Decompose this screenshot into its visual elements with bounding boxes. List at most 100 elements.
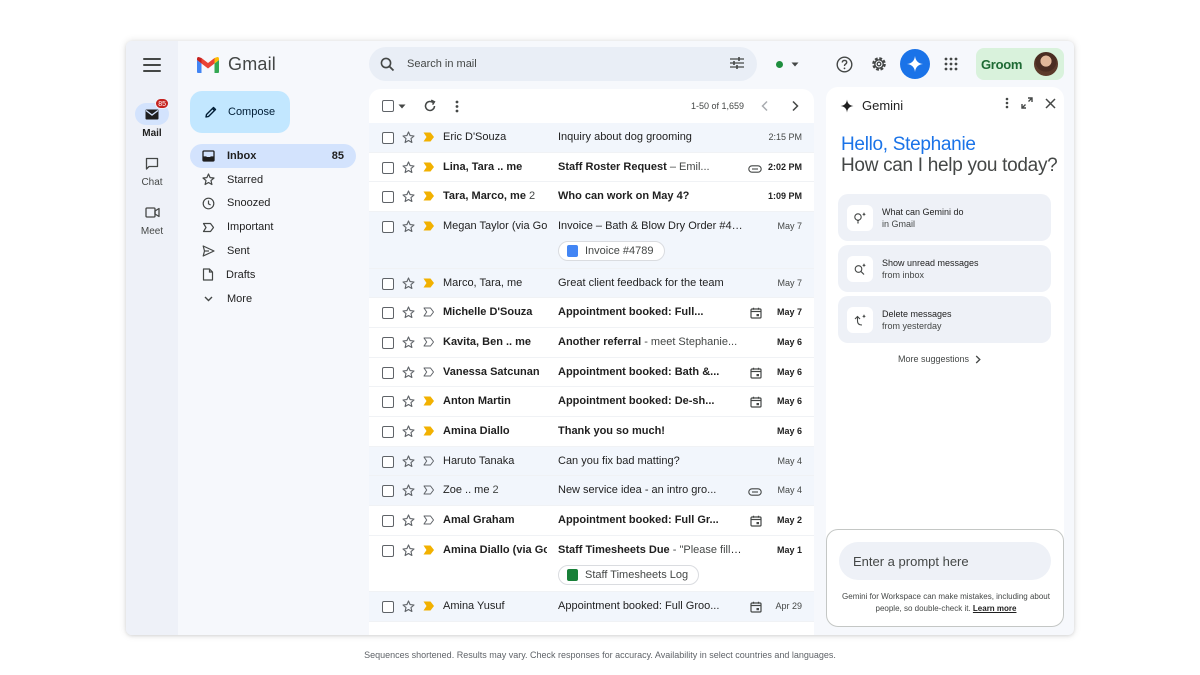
- nav-item-starred[interactable]: Starred: [190, 168, 356, 192]
- important-marker-icon[interactable]: [423, 162, 435, 175]
- nav-item-snoozed[interactable]: Snoozed: [190, 192, 356, 216]
- table-row[interactable]: Vanessa Satcunan Appointment booked: Bath…: [369, 357, 814, 388]
- table-row[interactable]: Zoe .. me 2 New service idea - an intro g…: [369, 476, 814, 507]
- rail-item-mail[interactable]: 85 Mail: [126, 98, 178, 139]
- close-icon[interactable]: [1045, 97, 1056, 109]
- compose-button[interactable]: Compose: [190, 91, 290, 133]
- rail-item-chat[interactable]: Chat: [126, 152, 178, 188]
- table-row[interactable]: Kavita, Ben .. me Another referral - meet…: [369, 327, 814, 358]
- star-icon[interactable]: [402, 306, 415, 322]
- suggestion-delete-messages[interactable]: Delete messages from yesterday: [838, 296, 1051, 343]
- attachment-icon[interactable]: [748, 164, 762, 176]
- calendar-icon[interactable]: [750, 515, 762, 530]
- row-checkbox[interactable]: [382, 515, 394, 528]
- star-icon[interactable]: [402, 131, 415, 147]
- star-icon[interactable]: [402, 395, 415, 411]
- row-checkbox[interactable]: [382, 221, 394, 234]
- star-icon[interactable]: [402, 336, 415, 352]
- table-row[interactable]: Haruto Tanaka Can you fix bad matting? May…: [369, 446, 814, 477]
- suggestion-what-can-gemini-do[interactable]: What can Gemini do in Gmail: [838, 194, 1051, 241]
- table-row[interactable]: Amal Graham Appointment booked: Full Gr..…: [369, 506, 814, 536]
- calendar-icon[interactable]: [750, 307, 762, 322]
- table-row[interactable]: Amina Diallo (via Goo Staff Timesheets Du…: [369, 535, 814, 593]
- star-icon[interactable]: [402, 366, 415, 382]
- row-checkbox[interactable]: [382, 307, 394, 320]
- learn-more-link[interactable]: Learn more: [973, 604, 1017, 613]
- important-marker-icon[interactable]: [423, 132, 435, 145]
- table-row[interactable]: Michelle D'Souza Appointment booked: Full…: [369, 298, 814, 328]
- row-checkbox[interactable]: [382, 191, 394, 204]
- apps-button[interactable]: [937, 49, 965, 79]
- status-selector[interactable]: [776, 49, 799, 79]
- main-menu-icon[interactable]: [143, 58, 161, 72]
- more-suggestions-button[interactable]: More suggestions: [898, 354, 981, 364]
- table-row[interactable]: Lina, Tara .. me Staff Roster Request – E…: [369, 152, 814, 183]
- search-icon[interactable]: [380, 57, 395, 72]
- important-marker-icon[interactable]: [423, 396, 435, 409]
- refresh-icon[interactable]: [423, 99, 437, 113]
- row-checkbox[interactable]: [382, 544, 394, 557]
- table-row[interactable]: Amina Diallo Thank you so much! May 6: [369, 417, 814, 447]
- nav-item-drafts[interactable]: Drafts: [190, 263, 356, 287]
- calendar-icon[interactable]: [750, 367, 762, 382]
- chevron-right-icon[interactable]: [790, 100, 800, 112]
- attachment-icon[interactable]: [748, 487, 762, 499]
- row-checkbox[interactable]: [382, 426, 394, 438]
- important-marker-icon[interactable]: [423, 515, 435, 528]
- row-checkbox[interactable]: [382, 161, 394, 174]
- table-row[interactable]: Megan Taylor (via Goo Invoice – Bath & Bl…: [369, 212, 814, 269]
- account-switcher[interactable]: Groom: [976, 48, 1064, 80]
- expand-icon[interactable]: [1021, 97, 1033, 109]
- star-icon[interactable]: [402, 190, 415, 206]
- table-row[interactable]: Amina Yusuf Appointment booked: Full Groo…: [369, 592, 814, 622]
- star-icon[interactable]: [402, 514, 415, 530]
- select-caret-icon[interactable]: [398, 104, 406, 109]
- star-icon[interactable]: [402, 425, 415, 441]
- more-vert-icon[interactable]: [455, 100, 459, 113]
- important-marker-icon[interactable]: [423, 191, 435, 204]
- calendar-icon[interactable]: [750, 601, 762, 616]
- important-marker-icon[interactable]: [423, 456, 435, 469]
- chevron-left-icon[interactable]: [760, 100, 770, 112]
- search-options-icon[interactable]: [729, 56, 745, 70]
- select-all-checkbox[interactable]: [382, 100, 394, 112]
- settings-button[interactable]: [865, 49, 893, 79]
- important-marker-icon[interactable]: [423, 367, 435, 380]
- star-icon[interactable]: [402, 544, 415, 560]
- important-marker-icon[interactable]: [423, 601, 435, 614]
- search-input[interactable]: [407, 58, 707, 70]
- nav-item-important[interactable]: Important: [190, 215, 356, 239]
- table-row[interactable]: Eric D'Souza Inquiry about dog grooming 2:…: [369, 123, 814, 153]
- table-row[interactable]: Tara, Marco, me 2 Who can work on May 4? 1…: [369, 182, 814, 213]
- row-checkbox[interactable]: [382, 132, 394, 144]
- attachment-chip[interactable]: Invoice #4789: [558, 241, 665, 262]
- gemini-toggle-button[interactable]: [900, 49, 930, 79]
- avatar[interactable]: [1033, 51, 1059, 77]
- table-row[interactable]: Marco, Tara, me Great client feedback for…: [369, 268, 814, 299]
- row-checkbox[interactable]: [382, 366, 394, 379]
- nav-item-inbox[interactable]: Inbox 85: [190, 144, 356, 168]
- star-icon[interactable]: [402, 220, 415, 236]
- calendar-icon[interactable]: [750, 396, 762, 411]
- row-checkbox[interactable]: [382, 277, 394, 290]
- row-checkbox[interactable]: [382, 601, 394, 614]
- star-icon[interactable]: [402, 484, 415, 500]
- nav-item-sent[interactable]: Sent: [190, 239, 356, 263]
- attachment-chip[interactable]: Staff Timesheets Log: [558, 564, 700, 585]
- important-marker-icon[interactable]: [423, 485, 435, 498]
- nav-item-more[interactable]: More: [190, 287, 356, 311]
- important-marker-icon[interactable]: [423, 221, 435, 234]
- important-marker-icon[interactable]: [423, 278, 435, 291]
- important-marker-icon[interactable]: [423, 545, 435, 558]
- star-icon[interactable]: [402, 277, 415, 293]
- star-icon[interactable]: [402, 600, 415, 616]
- row-checkbox[interactable]: [382, 396, 394, 409]
- star-icon[interactable]: [402, 455, 415, 471]
- more-vert-icon[interactable]: [1005, 97, 1009, 109]
- important-marker-icon[interactable]: [423, 426, 435, 439]
- star-icon[interactable]: [402, 161, 415, 177]
- row-checkbox[interactable]: [382, 455, 394, 468]
- important-marker-icon[interactable]: [423, 307, 435, 320]
- row-checkbox[interactable]: [382, 336, 394, 349]
- rail-item-meet[interactable]: Meet: [126, 201, 178, 237]
